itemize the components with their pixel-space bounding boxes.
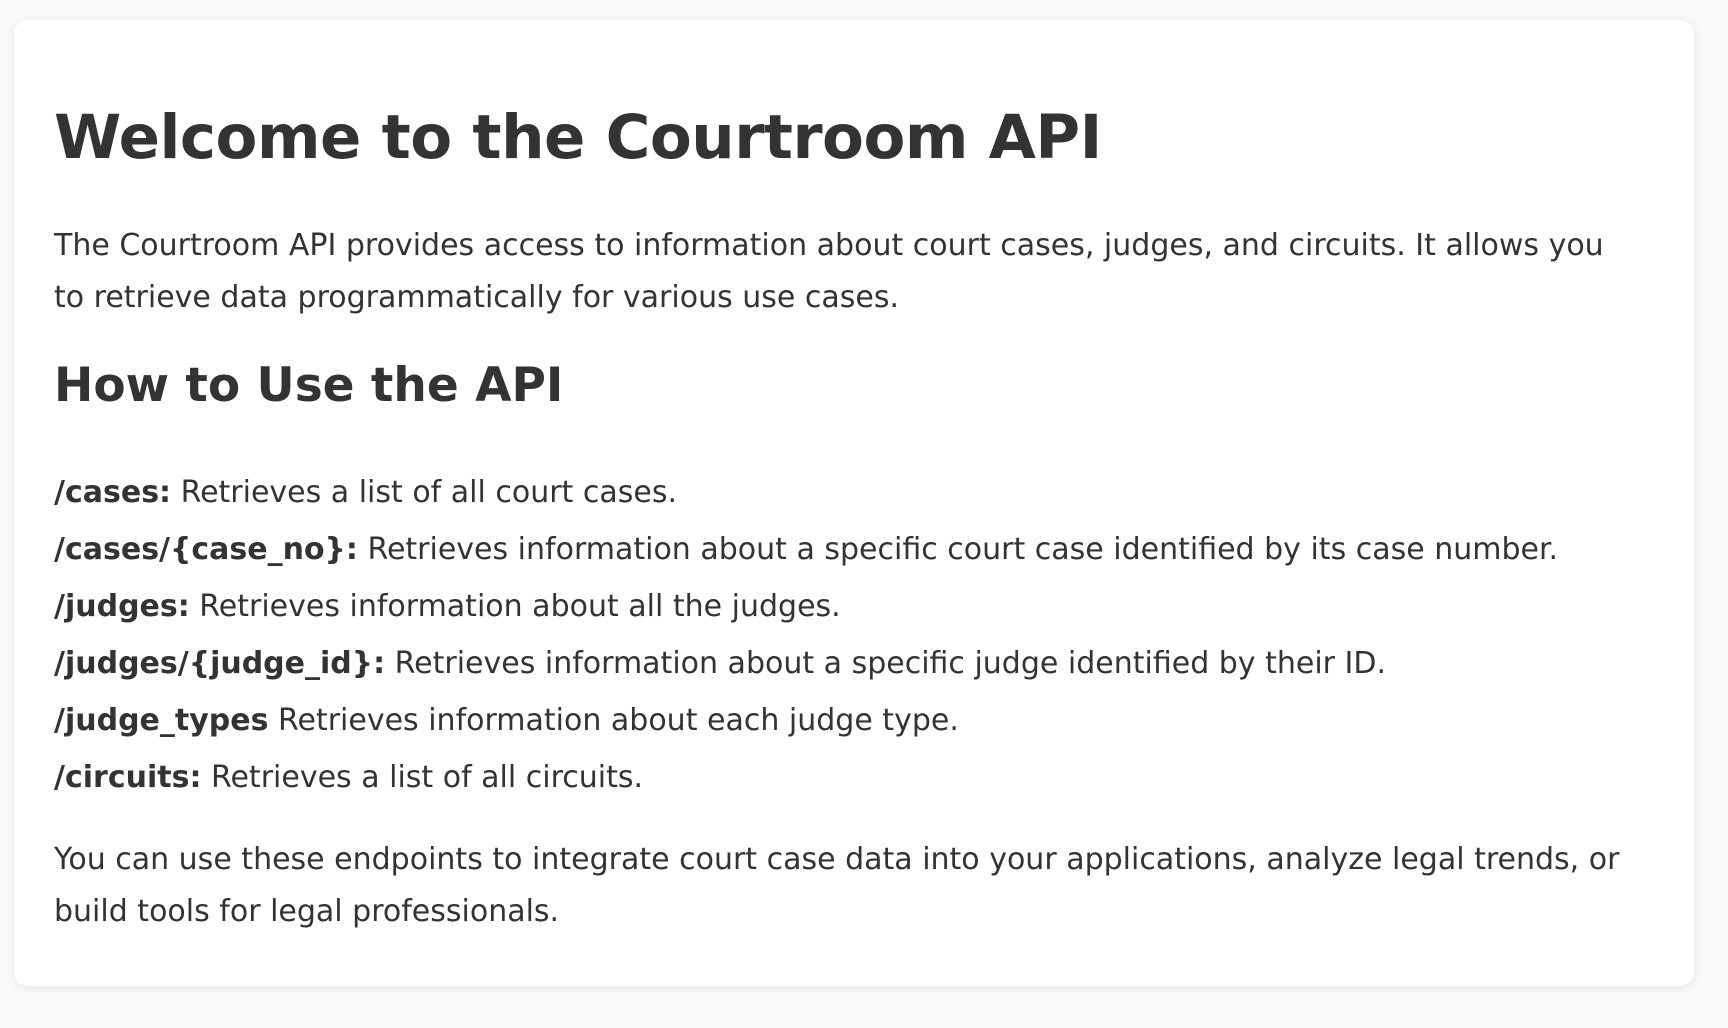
endpoint-list: /cases: Retrieves a list of all court ca… bbox=[54, 464, 1558, 806]
outro-paragraph: You can use these endpoints to integrate… bbox=[54, 842, 1620, 929]
endpoint-path: /cases/{case_no}: bbox=[54, 532, 358, 567]
endpoint-description: Retrieves information about each judge t… bbox=[268, 703, 959, 738]
endpoint-description: Retrieves a list of all court cases. bbox=[171, 475, 677, 510]
intro-paragraph: The Courtroom API provides access to inf… bbox=[54, 228, 1604, 315]
endpoint-path: /judge_types bbox=[54, 703, 269, 738]
endpoint-description: Retrieves information about a specific c… bbox=[357, 532, 1559, 567]
section-heading: How to Use the API bbox=[54, 358, 564, 413]
endpoint-path: /cases: bbox=[54, 475, 172, 510]
endpoint-description: Retrieves information about a specific j… bbox=[385, 646, 1387, 681]
endpoint-item: /cases/{case_no}: Retrieves information … bbox=[54, 521, 1558, 578]
endpoint-description: Retrieves information about all the judg… bbox=[189, 589, 841, 624]
endpoint-item: /judge_types Retrieves information about… bbox=[54, 692, 1558, 749]
endpoint-item: /cases: Retrieves a list of all court ca… bbox=[54, 464, 1558, 521]
page-title: Welcome to the Courtroom API bbox=[54, 102, 1102, 173]
endpoint-path: /circuits: bbox=[54, 760, 202, 795]
endpoint-item: /judges: Retrieves information about all… bbox=[54, 578, 1558, 635]
content-card: Welcome to the Courtroom API The Courtro… bbox=[14, 20, 1694, 986]
endpoint-item: /judges/{judge_id}: Retrieves informatio… bbox=[54, 635, 1558, 692]
endpoint-description: Retrieves a list of all circuits. bbox=[201, 760, 644, 795]
endpoint-path: /judges/{judge_id}: bbox=[54, 646, 386, 681]
endpoint-path: /judges: bbox=[54, 589, 190, 624]
endpoint-item: /circuits: Retrieves a list of all circu… bbox=[54, 749, 1558, 806]
